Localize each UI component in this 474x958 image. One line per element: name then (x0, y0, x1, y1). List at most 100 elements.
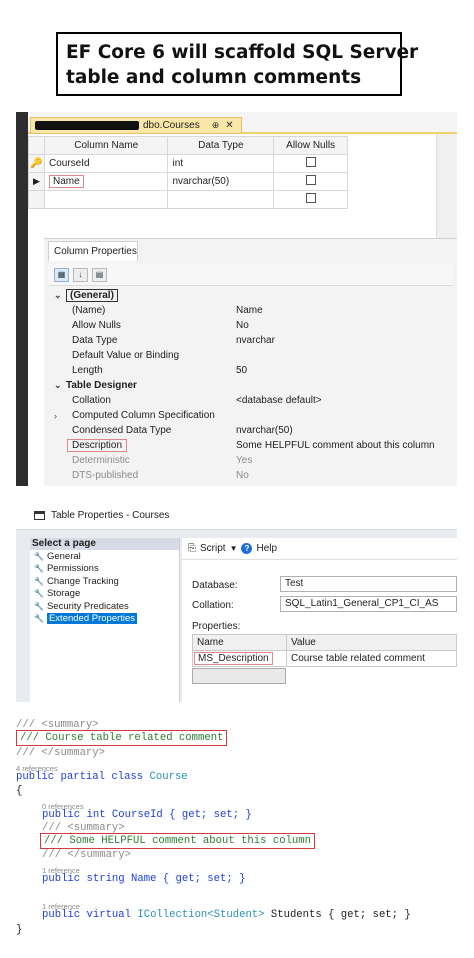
table-row[interactable] (28, 190, 348, 209)
data-type-cell[interactable] (167, 190, 275, 209)
page-label: Extended Properties (46, 613, 138, 625)
column-properties-pane: Column Properties ▦ ↓ ▤ ⌄ (General) (Nam… (44, 238, 457, 486)
property-row[interactable]: Condensed Data Type nvarchar(50) (48, 423, 453, 438)
property-row-description[interactable]: Description Some HELPFUL comment about th… (48, 438, 453, 453)
dialog-toolbar: ⎘ Script ▼ ? Help (182, 538, 457, 560)
property-pages-icon[interactable]: ▤ (92, 267, 107, 282)
column-comment-highlight: /// Some HELPFUL comment about this colu… (40, 833, 316, 849)
wrench-icon: 🔧 (34, 614, 44, 624)
allow-nulls-cell[interactable] (273, 154, 348, 173)
ms-description-name[interactable]: MS_Description (194, 652, 273, 665)
document-tab[interactable]: dbo.Courses ⊕ ✕ (30, 117, 242, 134)
extended-properties-page: ⎘ Script ▼ ? Help Database: Test Collati… (182, 538, 457, 702)
property-row[interactable]: Default Value or Binding (48, 348, 453, 363)
table-properties-dialog: Table Properties - Courses Select a page… (16, 502, 457, 702)
property-name: Condensed Data Type (72, 425, 172, 436)
category-table-designer[interactable]: ⌄ Table Designer (48, 378, 453, 393)
code-editor: /// <summary> /// Course table related c… (16, 716, 457, 946)
new-property-row[interactable] (192, 668, 286, 684)
collation-field[interactable]: SQL_Latin1_General_CP1_CI_AS (280, 596, 457, 612)
property-name-cell[interactable]: MS_Description (192, 650, 287, 667)
table-row[interactable]: ▶ Name nvarchar(50) (28, 172, 348, 191)
allow-nulls-checkbox[interactable] (305, 193, 316, 203)
database-field[interactable]: Test (280, 576, 457, 592)
allow-nulls-cell[interactable] (273, 172, 348, 191)
categorized-icon[interactable]: ▦ (54, 267, 69, 282)
property-value[interactable]: No (236, 320, 249, 331)
column-name-cell[interactable]: CourseId (43, 154, 169, 173)
allow-nulls-header: Allow Nulls (273, 136, 348, 155)
property-row[interactable]: (Name) Name (48, 303, 453, 318)
property-row[interactable]: Length 50 (48, 363, 453, 378)
property-row[interactable]: Data Type nvarchar (48, 333, 453, 348)
help-button[interactable]: Help (256, 543, 277, 554)
window-icon (34, 511, 45, 520)
property-name: Data Type (72, 335, 118, 346)
page-label: General (46, 550, 81, 562)
page-item-extended-properties[interactable]: 🔧 Extended Properties (30, 613, 179, 626)
property-value[interactable]: nvarchar(50) (236, 425, 293, 436)
property-value-cell[interactable]: Course table related comment (286, 650, 457, 667)
property-row[interactable]: DTS-published No (48, 468, 453, 483)
pin-icon[interactable]: ⊕ (212, 120, 220, 131)
collapse-icon[interactable]: ⌄ (54, 290, 62, 301)
name-property-line: public string Name { get; set; } (42, 873, 245, 886)
generic-type: <Student> (207, 909, 265, 921)
property-value[interactable]: <database default> (236, 395, 322, 406)
class-declaration: public partial class Course (16, 771, 188, 784)
tab-column-properties[interactable]: Column Properties (48, 241, 138, 261)
category-general[interactable]: ⌄ (General) (48, 288, 453, 303)
page-item-storage[interactable]: 🔧 Storage (30, 588, 179, 601)
page-label: Storage (46, 588, 81, 600)
property-name: Length (72, 365, 103, 376)
property-value[interactable]: nvarchar (236, 335, 275, 346)
description-property-name: Description (67, 439, 128, 452)
page-item-change-tracking[interactable]: 🔧 Change Tracking (30, 575, 179, 588)
property-row[interactable]: Allow Nulls No (48, 318, 453, 333)
script-icon[interactable]: ⎘ (188, 543, 196, 554)
page-label: Change Tracking (46, 575, 119, 587)
page-item-permissions[interactable]: 🔧 Permissions (30, 563, 179, 576)
table-row[interactable]: MS_Description Course table related comm… (192, 650, 457, 667)
alphabetical-icon[interactable]: ↓ (73, 267, 88, 282)
expand-icon[interactable]: › (54, 411, 57, 421)
chevron-down-icon[interactable]: ▼ (230, 544, 238, 553)
page-item-security-predicates[interactable]: 🔧 Security Predicates (30, 600, 179, 613)
column-name-header: Column Name (43, 136, 169, 155)
property-name: Collation (72, 395, 111, 406)
page-item-general[interactable]: 🔧 General (30, 550, 179, 563)
allow-nulls-cell[interactable] (273, 190, 348, 209)
property-row[interactable]: Deterministic Yes (48, 453, 453, 468)
row-selector[interactable]: ▶ (28, 172, 45, 191)
designer-document: dbo.Courses ⊕ ✕ Column Name Data Type Al… (28, 112, 457, 486)
data-type-header: Data Type (167, 136, 275, 155)
column-name-cell[interactable] (43, 190, 169, 209)
property-value[interactable]: Name (236, 305, 263, 316)
selected-column-name[interactable]: Name (48, 175, 84, 188)
description-value[interactable]: Some HELPFUL comment about this column (236, 440, 435, 451)
columns-grid: Column Name Data Type Allow Nulls 🔑 Cour… (28, 136, 348, 209)
allow-nulls-checkbox[interactable] (305, 175, 316, 185)
column-name-cell[interactable]: Name (43, 172, 169, 191)
row-selector[interactable] (28, 190, 45, 209)
property-name: (Name) (72, 305, 106, 316)
property-row[interactable]: › Computed Column Specification (48, 408, 453, 423)
data-type-cell[interactable]: int (167, 154, 275, 173)
property-row[interactable]: Collation <database default> (48, 393, 453, 408)
close-icon[interactable]: ✕ (225, 120, 233, 131)
row-selector[interactable]: 🔑 (28, 154, 45, 173)
collapse-icon[interactable]: ⌄ (54, 380, 62, 391)
property-value[interactable]: 50 (236, 365, 247, 376)
category-label: Table Designer (66, 380, 137, 391)
database-label: Database: (192, 580, 238, 591)
script-button[interactable]: Script (200, 543, 226, 554)
help-icon[interactable]: ? (241, 543, 253, 554)
students-code: Students { get; set; } (264, 909, 411, 921)
dialog-title-bar: Table Properties - Courses (16, 502, 457, 530)
data-type-cell[interactable]: nvarchar(50) (167, 172, 275, 191)
brace-close: } (16, 924, 23, 936)
table-designer-panel: dbo.Courses ⊕ ✕ Column Name Data Type Al… (16, 112, 457, 486)
wrench-icon: 🔧 (34, 564, 44, 574)
allow-nulls-checkbox[interactable] (305, 157, 316, 167)
table-row[interactable]: 🔑 CourseId int (28, 154, 348, 173)
